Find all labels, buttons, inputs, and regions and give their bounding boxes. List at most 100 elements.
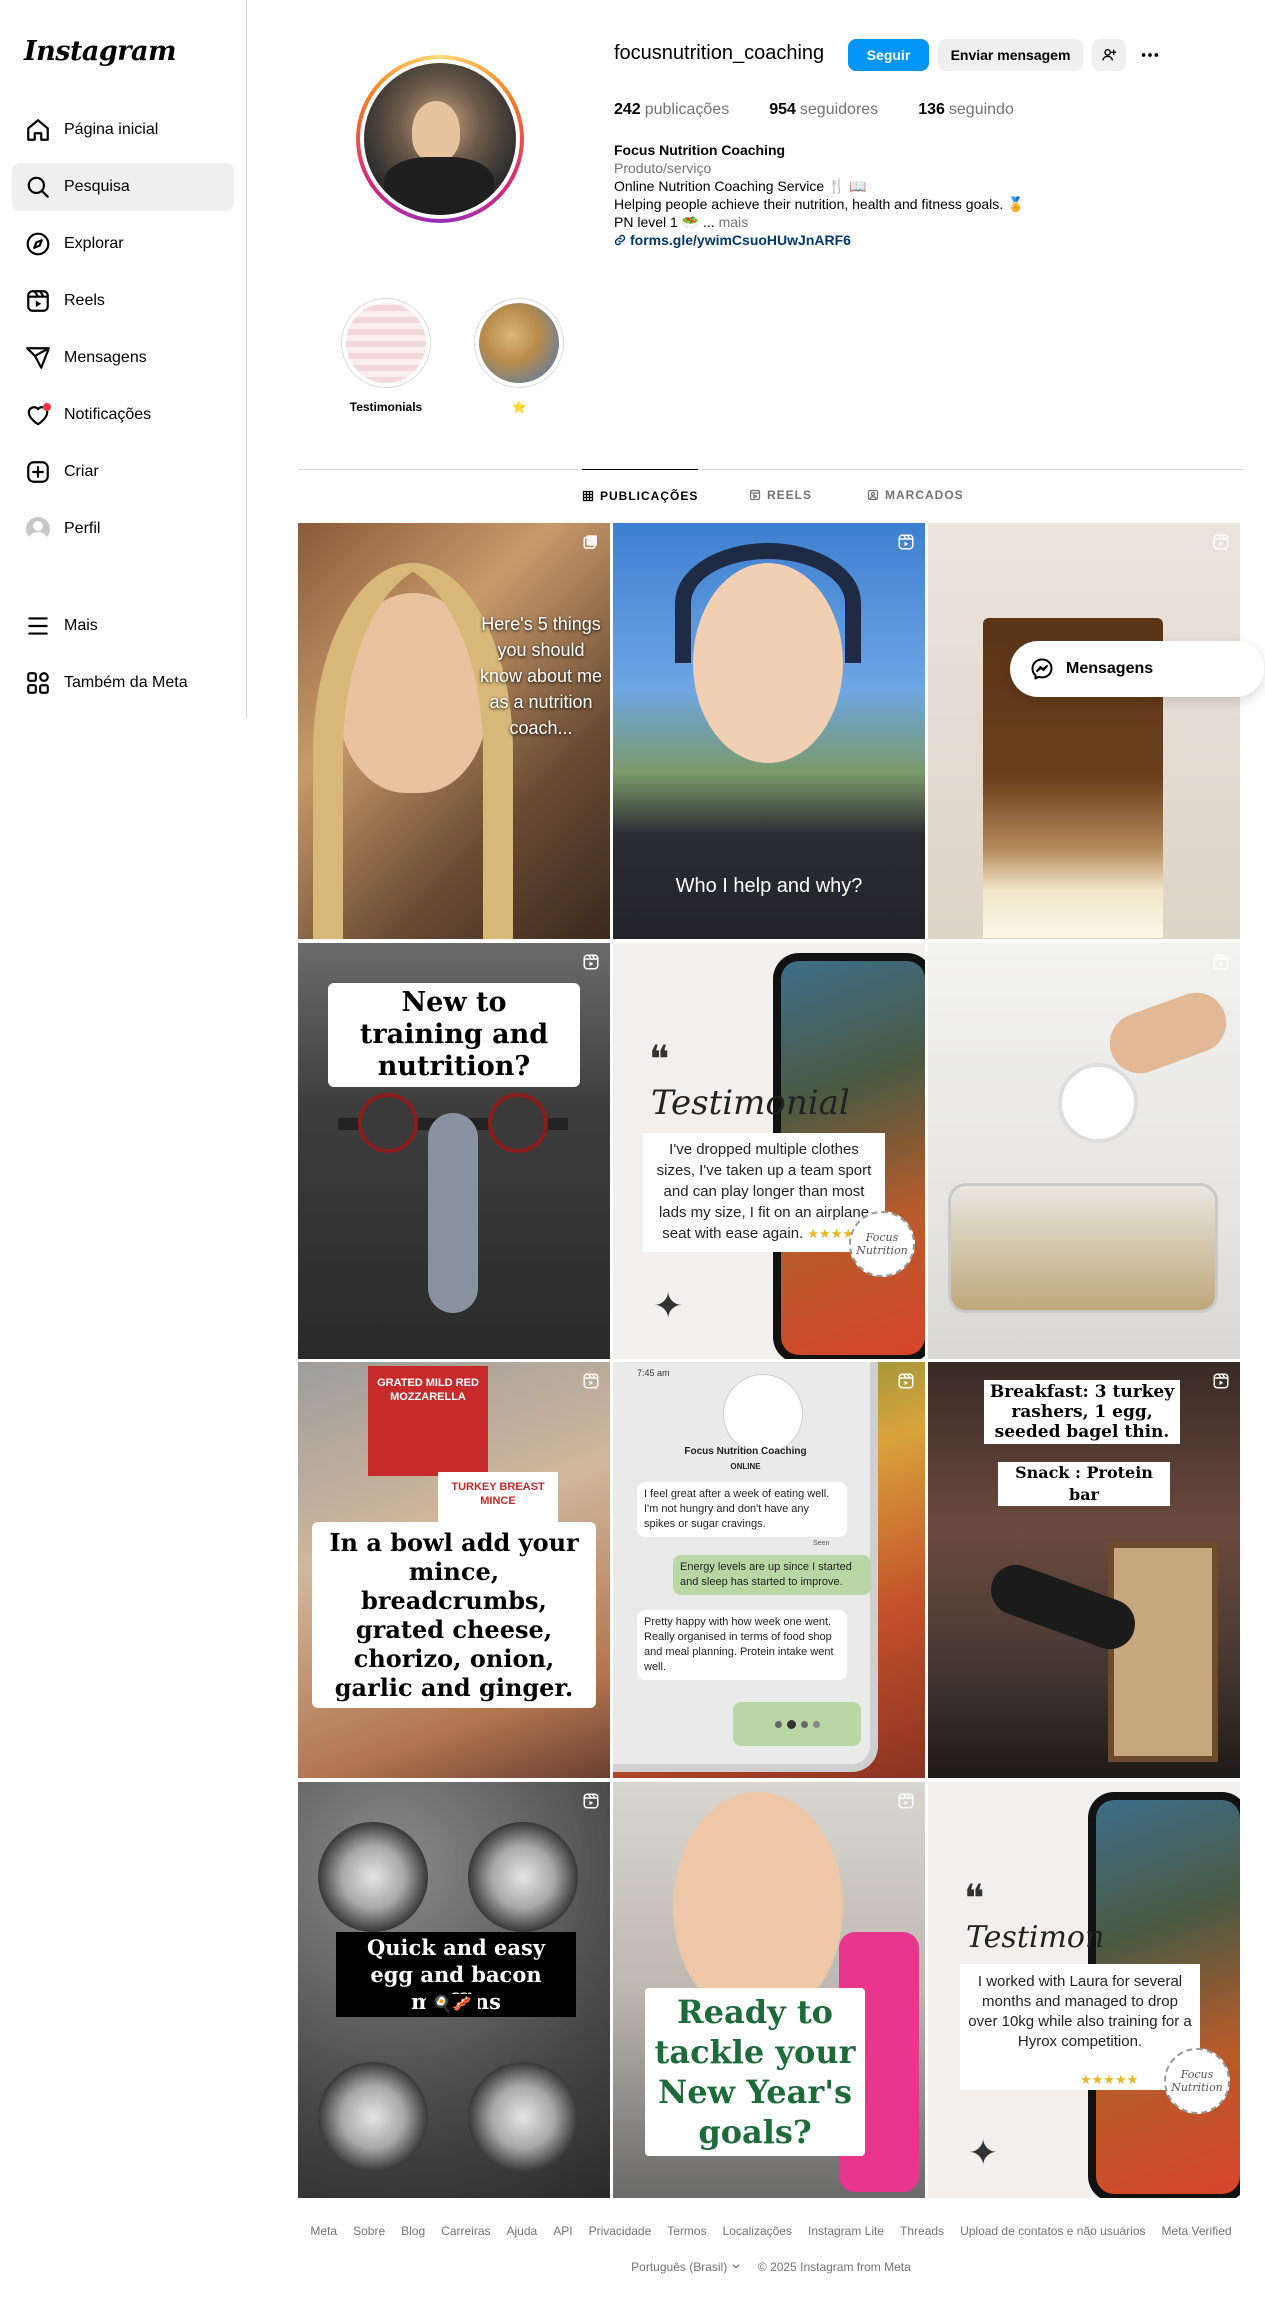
grid-icon xyxy=(582,490,594,501)
send-message-button[interactable]: Enviar mensagem xyxy=(938,39,1083,71)
sidebar-item-create[interactable]: Criar xyxy=(12,448,234,496)
quote-icon: ❝ xyxy=(649,1037,670,1081)
post-tile[interactable]: GRATED MILD RED MOZZARELLA TURKEY BREAST… xyxy=(298,1362,610,1778)
muffin-cup xyxy=(468,1822,578,1932)
tab-tagged[interactable]: MARCADOS xyxy=(867,469,964,521)
bio-more-link[interactable]: mais xyxy=(719,214,749,230)
post-tile[interactable]: New to training and nutrition? xyxy=(298,943,610,1359)
post-caption: Who I help and why? xyxy=(675,875,863,897)
footer-link[interactable]: Instagram Lite xyxy=(808,2224,884,2238)
highlight-star[interactable]: ⭐ xyxy=(474,298,564,414)
sidebar-item-home[interactable]: Página inicial xyxy=(12,106,234,154)
more-options-icon xyxy=(1141,53,1159,57)
reels-icon xyxy=(898,1793,914,1809)
footer-link[interactable]: Carreiras xyxy=(441,2224,490,2238)
sidebar-item-label: Mais xyxy=(64,617,98,634)
profile-photo xyxy=(364,63,516,215)
footer-link[interactable]: Threads xyxy=(900,2224,944,2238)
highlight-testimonials[interactable]: Testimonials xyxy=(341,298,431,414)
post-tile[interactable]: Quick and easy egg and bacon muffins 🍳🥓 xyxy=(298,1782,610,2198)
highlight-label: ⭐ xyxy=(511,400,527,414)
search-icon xyxy=(25,174,51,200)
footer-link[interactable]: Upload de contatos e não usuários xyxy=(960,2224,1145,2238)
language-selector[interactable]: Português (Brasil) xyxy=(631,2260,740,2274)
carousel-icon xyxy=(583,535,597,549)
sidebar-item-more[interactable]: Mais xyxy=(12,602,234,650)
followers-count[interactable]: 954 seguidores xyxy=(769,101,878,119)
follow-button[interactable]: Seguir xyxy=(848,39,929,71)
footer-link[interactable]: Localizações xyxy=(723,2224,792,2238)
sidebar-item-label: Mensagens xyxy=(64,349,147,366)
chat-avatar xyxy=(723,1374,803,1454)
post-caption: In a bowl add your mince, breadcrumbs, g… xyxy=(312,1522,596,1708)
footer-link[interactable]: Blog xyxy=(401,2224,425,2238)
bio-line: PN level 1 🥗 ... xyxy=(614,214,715,230)
messenger-icon xyxy=(1031,658,1053,680)
sidebar-item-reels[interactable]: Reels xyxy=(12,277,234,325)
muffin-cup xyxy=(318,2062,428,2172)
post-tile[interactable] xyxy=(928,523,1240,939)
headphones xyxy=(675,543,861,663)
post-tile[interactable]: ❝ Testimonial I've dropped multiple clot… xyxy=(613,943,925,1359)
small-bowl xyxy=(1058,1063,1138,1143)
sidebar-item-label: Também da Meta xyxy=(64,674,188,691)
messages-pill[interactable]: Mensagens xyxy=(1010,641,1264,697)
copyright: © 2025 Instagram from Meta xyxy=(757,2260,911,2274)
chevron-down-icon xyxy=(732,2264,739,2269)
reels-icon xyxy=(898,534,914,550)
profile-category: Produto/serviço xyxy=(614,160,712,176)
footer-meta: Português (Brasil) © 2025 Instagram from… xyxy=(298,2260,1244,2274)
rating-stars: ★★★★★ xyxy=(1080,2072,1139,2087)
profile-avatar[interactable] xyxy=(356,55,524,223)
footer-link[interactable]: Meta Verified xyxy=(1162,2224,1232,2238)
post-caption-heading: Testimonial xyxy=(651,1083,850,1123)
sidebar-item-meta[interactable]: Também da Meta xyxy=(12,659,234,707)
reels-icon xyxy=(583,1373,599,1389)
sidebar-item-label: Pesquisa xyxy=(64,178,130,195)
profile-display-name: Focus Nutrition Coaching xyxy=(614,142,786,158)
chat-status: ONLINE xyxy=(730,1462,761,1471)
muffin-cup xyxy=(318,1822,428,1932)
sidebar-item-explore[interactable]: Explorar xyxy=(12,220,234,268)
tab-posts[interactable]: PUBLICAÇÕES xyxy=(582,469,699,521)
heart-icon xyxy=(25,402,51,428)
sidebar-item-profile[interactable]: Perfil xyxy=(12,505,234,553)
footer-link[interactable]: Privacidade xyxy=(589,2224,652,2238)
post-tile[interactable]: Here's 5 things you should know about me… xyxy=(298,523,610,939)
post-caption: Breakfast: 3 turkey rashers, 1 egg, seed… xyxy=(984,1380,1180,1444)
phone-screen: 7:45 am Focus Nutrition Coaching ONLINE … xyxy=(613,1362,878,1772)
post-tile[interactable] xyxy=(928,943,1240,1359)
following-count[interactable]: 136 seguindo xyxy=(918,101,1014,119)
tab-reels[interactable]: REELS xyxy=(749,469,812,521)
suggested-users-button[interactable] xyxy=(1092,39,1126,71)
post-tile[interactable]: Who I help and why? xyxy=(613,523,925,939)
meta-apps-icon xyxy=(25,670,51,696)
overnight-oats-container xyxy=(948,1183,1218,1313)
tagged-icon xyxy=(867,489,879,501)
footer-link[interactable]: Sobre xyxy=(353,2224,385,2238)
sidebar-item-search[interactable]: Pesquisa xyxy=(12,163,234,211)
instagram-logo[interactable]: Instagram xyxy=(24,36,177,67)
footer-link[interactable]: API xyxy=(553,2224,572,2238)
chat-title: Focus Nutrition Coaching xyxy=(684,1446,807,1457)
chat-message: Energy levels are up since I started and… xyxy=(673,1555,871,1595)
sidebar-item-label: Perfil xyxy=(64,520,101,537)
quote-icon: ❝ xyxy=(964,1876,985,1920)
sparkle-icon: ✦ xyxy=(968,2132,999,2173)
avatar xyxy=(26,517,50,541)
post-tile[interactable]: Breakfast: 3 turkey rashers, 1 egg, seed… xyxy=(928,1362,1240,1778)
footer-link[interactable]: Meta xyxy=(310,2224,337,2238)
post-tile[interactable]: 7:45 am Focus Nutrition Coaching ONLINE … xyxy=(613,1362,925,1778)
post-tile[interactable]: Ready to tackle your New Year's goals? xyxy=(613,1782,925,2198)
profile-bio: Focus Nutrition Coaching Produto/serviço… xyxy=(614,141,1024,249)
footer-link[interactable]: Ajuda xyxy=(507,2224,538,2238)
bio-external-link[interactable]: forms.gle/ywimCsuoHUwJnARF6 xyxy=(630,232,851,248)
sidebar-item-messages[interactable]: Mensagens xyxy=(12,334,234,382)
sidebar-item-label: Criar xyxy=(64,463,99,480)
options-button[interactable] xyxy=(1134,39,1166,71)
post-tile[interactable]: ❝ Testimon I worked with Laura for sever… xyxy=(928,1782,1240,2198)
send-icon xyxy=(25,345,51,371)
footer-link[interactable]: Termos xyxy=(667,2224,706,2238)
sidebar-item-notifications[interactable]: Notificações xyxy=(12,391,234,439)
reels-icon xyxy=(25,288,51,314)
